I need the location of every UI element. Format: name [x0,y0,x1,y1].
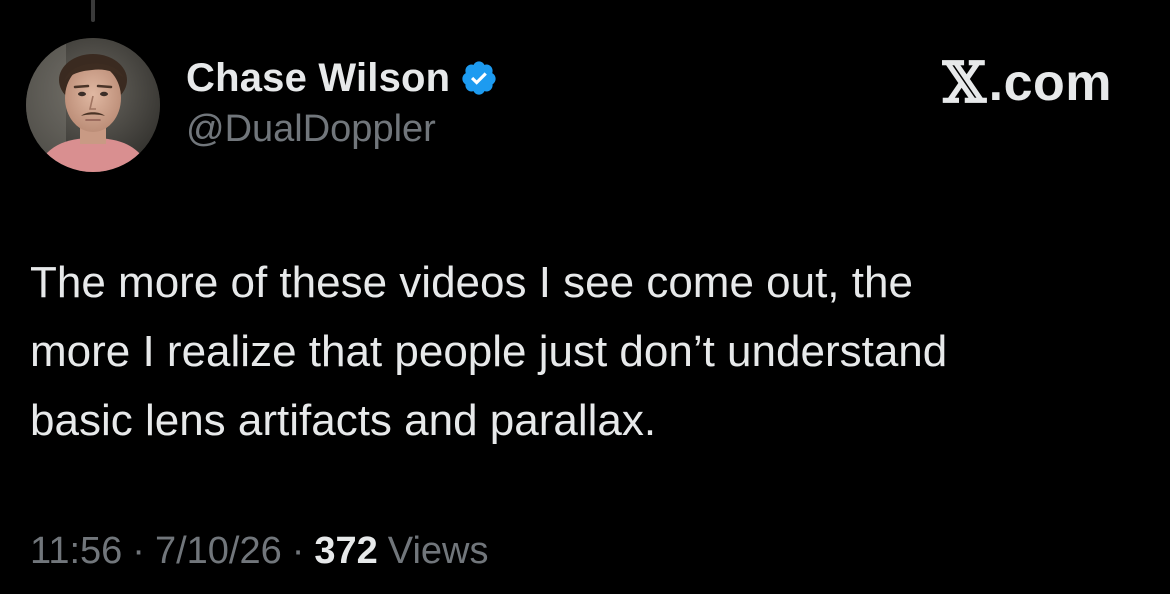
x-com-logo: 𝕏 .com [943,50,1112,116]
meta-separator: · [291,530,305,572]
meta-separator: · [132,530,145,572]
author-name-row: Chase Wilson [186,52,498,104]
x-logo-icon: 𝕏 [942,50,987,116]
views-label: Views [387,530,489,572]
author-display-name[interactable]: Chase Wilson [186,56,450,101]
tweet-meta: 11:56 · 7/10/26 · 372 Views [30,530,488,573]
avatar-photo [26,38,160,172]
tweet-time[interactable]: 11:56 [30,530,122,573]
brand-domain-suffix: .com [988,54,1112,112]
tweet-text: The more of these videos I see come out,… [30,258,948,445]
verified-badge-icon [460,59,498,97]
thread-connector-line [91,0,95,22]
author-handle[interactable]: @DualDoppler [186,108,436,151]
tweet-date[interactable]: 7/10/26 [155,530,282,573]
views-count: 372 [314,530,378,572]
avatar[interactable] [26,38,160,172]
